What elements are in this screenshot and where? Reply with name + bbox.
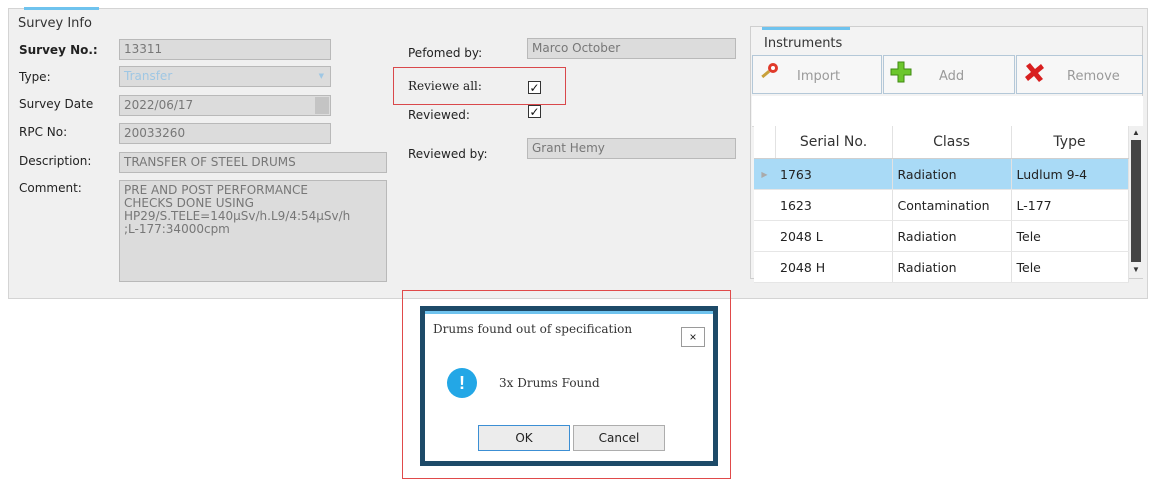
cell-class[interactable]: Radiation (892, 220, 1012, 252)
description-field[interactable]: TRANSFER OF STEEL DRUMS (119, 152, 387, 173)
instruments-toolbar: Import Add Remove (752, 55, 1143, 95)
message-dialog: Drums found out of specification × ! 3x … (420, 306, 718, 466)
cell-serial[interactable]: 2048 H (775, 251, 893, 283)
cell-class[interactable]: Contamination (892, 189, 1012, 221)
plus-icon (890, 61, 912, 83)
survey-date-label: Survey Date (19, 97, 94, 111)
survey-no-label: Survey No.: (19, 43, 98, 57)
import-button[interactable]: Import (752, 55, 882, 94)
reviewed-label: Reviewed: (408, 108, 470, 122)
cell-class[interactable]: Radiation (892, 158, 1012, 190)
dialog-accent (425, 311, 713, 314)
cell-class[interactable]: Radiation (892, 251, 1012, 283)
remove-x-icon (1025, 63, 1044, 82)
grid-header-row: Serial No. Class Type (754, 126, 1129, 159)
type-label: Type: (19, 70, 51, 84)
current-row-arrow-icon: ▶ (754, 158, 775, 190)
cancel-button[interactable]: Cancel (573, 425, 665, 451)
close-icon[interactable]: × (681, 327, 705, 347)
add-label: Add (939, 69, 965, 84)
remove-button[interactable]: Remove (1016, 55, 1143, 94)
type-dropdown[interactable]: Transfer ▼ (119, 66, 331, 87)
review-all-label: Reviewe all: (408, 79, 482, 93)
cell-type[interactable]: L-177 (1011, 189, 1129, 221)
review-all-checkbox[interactable]: ✓ (528, 81, 541, 94)
scroll-up-icon[interactable]: ▲ (1132, 128, 1140, 137)
table-row[interactable]: 1623 Contamination L-177 (754, 189, 1129, 221)
column-header-class[interactable]: Class (892, 126, 1012, 159)
cell-serial[interactable]: 1763 (775, 158, 893, 190)
instruments-grid: Serial No. Class Type ▶ 1763 Radiation L… (754, 126, 1129, 283)
rpc-no-field[interactable]: 20033260 (119, 123, 331, 144)
dialog-title: Drums found out of specification (433, 322, 633, 336)
column-header-serial[interactable]: Serial No. (775, 126, 893, 159)
row-indicator (754, 251, 775, 283)
grid-scrollbar[interactable]: ▲ ▼ (1129, 126, 1143, 278)
row-indicator (754, 189, 775, 221)
rpc-no-label: RPC No: (19, 125, 68, 139)
tab-survey-info[interactable]: Survey Info (18, 16, 92, 31)
reviewed-by-field[interactable]: Grant Hemy (527, 138, 736, 159)
survey-date-field[interactable]: 2022/06/17 (119, 95, 331, 116)
instruments-tab-accent (762, 27, 850, 30)
reviewed-by-label: Reviewed by: (408, 147, 488, 161)
table-row[interactable]: 2048 L Radiation Tele (754, 220, 1129, 252)
row-indicator (754, 220, 775, 252)
description-label: Description: (19, 154, 92, 168)
checkmark-icon: ✓ (529, 81, 540, 95)
scroll-down-icon[interactable]: ▼ (1132, 265, 1140, 274)
cell-type[interactable]: Tele (1011, 251, 1129, 283)
survey-date-value: 2022/06/17 (124, 98, 194, 112)
info-glyph: ! (459, 373, 465, 393)
add-button[interactable]: Add (883, 55, 1015, 94)
column-header-type[interactable]: Type (1011, 126, 1129, 159)
chevron-down-icon: ▼ (318, 72, 324, 80)
import-label: Import (797, 69, 841, 84)
cell-type[interactable]: Tele (1011, 220, 1129, 252)
import-icon (761, 63, 778, 79)
table-row[interactable]: ▶ 1763 Radiation Ludlum 9-4 (754, 158, 1129, 190)
dialog-message: 3x Drums Found (499, 376, 600, 390)
survey-no-field[interactable]: 13311 (119, 39, 331, 60)
close-glyph: × (689, 330, 697, 344)
cell-type[interactable]: Ludlum 9-4 (1011, 158, 1129, 190)
comment-field[interactable]: PRE AND POST PERFORMANCE CHECKS DONE USI… (119, 180, 387, 282)
cell-serial[interactable]: 1623 (775, 189, 893, 221)
checkmark-icon: ✓ (529, 105, 540, 119)
reviewed-checkbox[interactable]: ✓ (528, 105, 541, 118)
grid-indicator-header (754, 126, 776, 159)
table-row[interactable]: 2048 H Radiation Tele (754, 251, 1129, 283)
grid-group-panel (752, 96, 1143, 127)
ok-button[interactable]: OK (478, 425, 570, 451)
performed-by-field[interactable]: Marco October (527, 38, 736, 59)
comment-label: Comment: (19, 181, 82, 195)
type-value: Transfer (124, 69, 173, 83)
cell-serial[interactable]: 2048 L (775, 220, 893, 252)
calendar-button[interactable] (315, 97, 329, 114)
survey-tab-accent (24, 7, 99, 10)
remove-label: Remove (1067, 69, 1120, 84)
tab-instruments[interactable]: Instruments (764, 36, 842, 51)
performed-by-label: Pefomed by: (408, 46, 483, 60)
info-icon: ! (447, 368, 477, 398)
scrollbar-thumb[interactable] (1131, 140, 1141, 262)
